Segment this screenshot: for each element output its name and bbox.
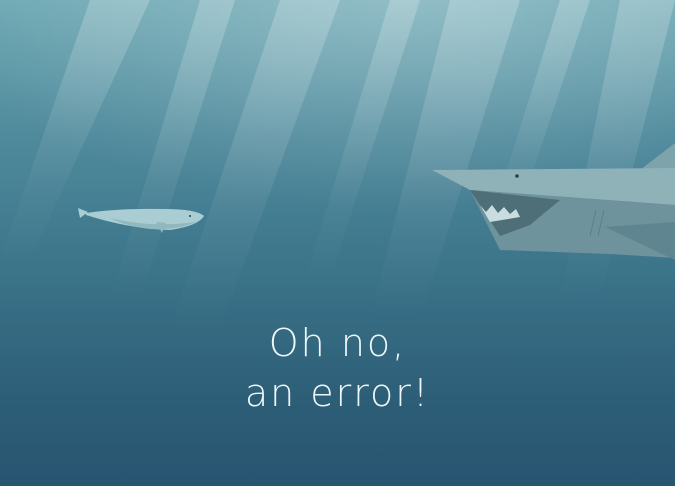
error-heading-line-2: an error! (244, 371, 431, 415)
error-heading-line-1: Oh no, (268, 321, 407, 365)
error-heading: Oh no, an error! (0, 318, 675, 418)
